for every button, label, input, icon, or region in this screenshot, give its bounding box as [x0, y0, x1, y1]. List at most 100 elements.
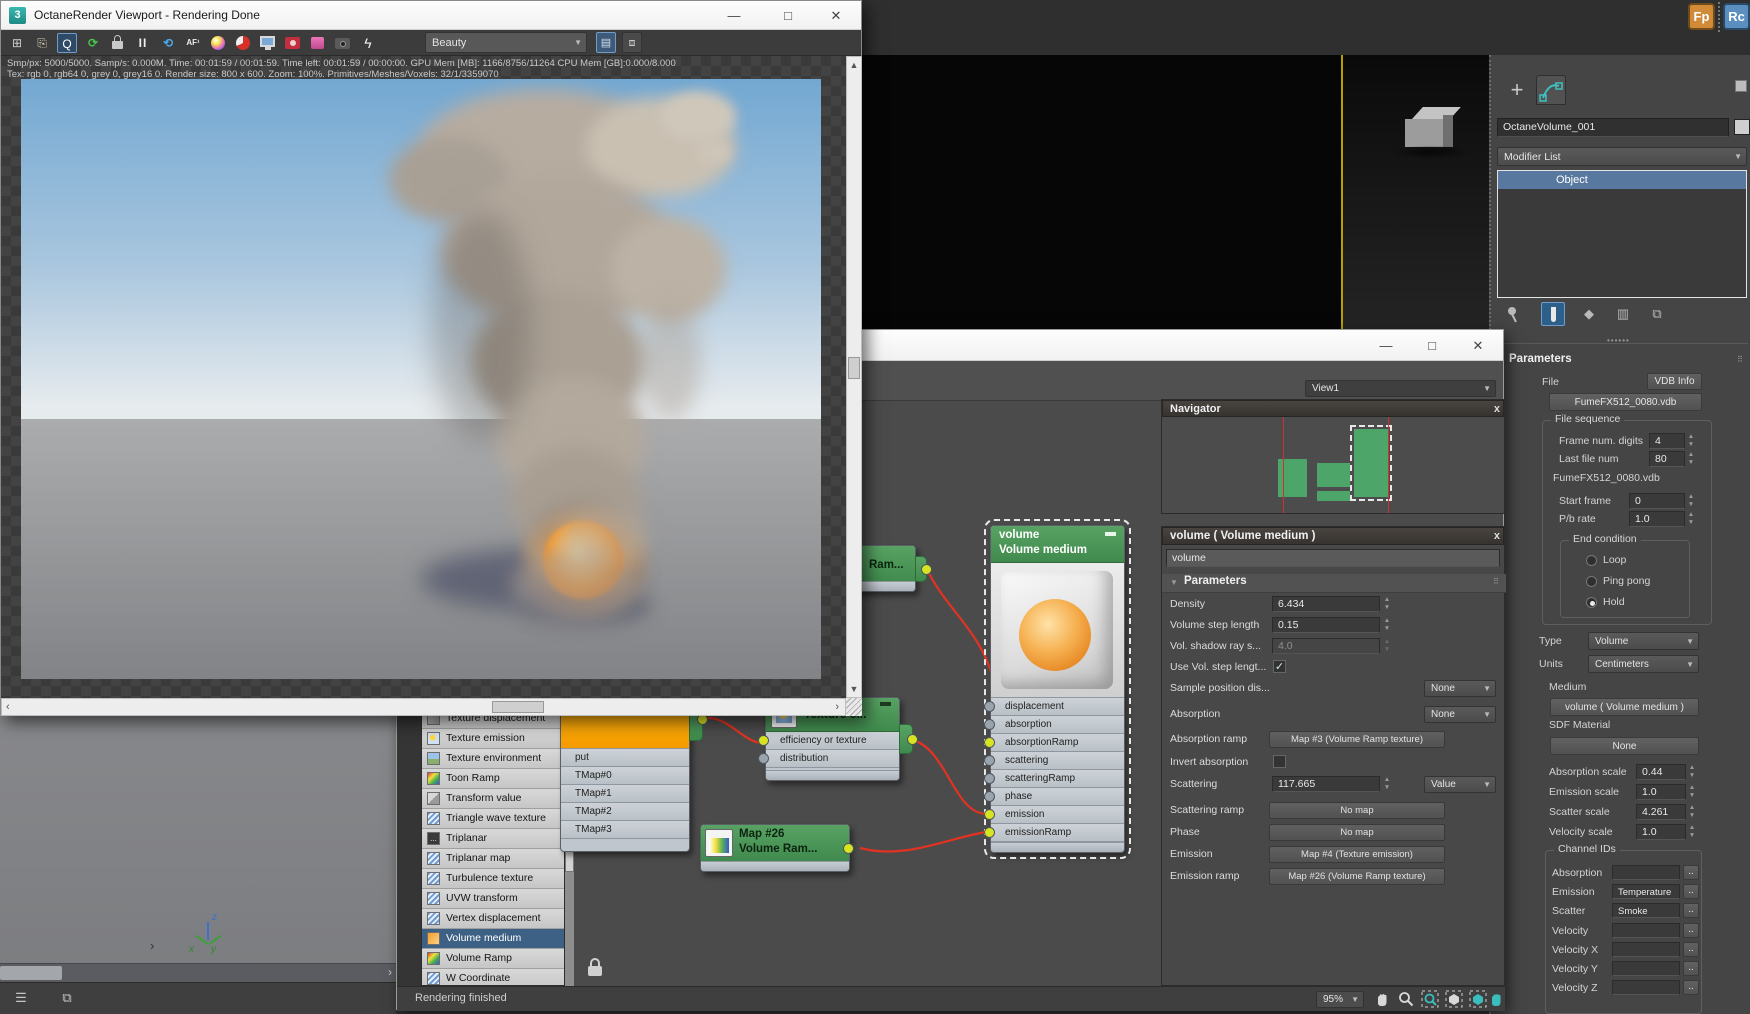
- close-icon[interactable]: x: [1494, 528, 1500, 545]
- frame-digits-spinner[interactable]: ▲ ▼: [1685, 433, 1697, 449]
- channel-velocity-x-field[interactable]: [1612, 942, 1680, 957]
- tmap-row[interactable]: TMap#1: [561, 785, 689, 803]
- volume-pin-row[interactable]: absorptionRamp: [984, 734, 1124, 752]
- radio-ping-pong[interactable]: [1586, 576, 1597, 587]
- zoom-region-icon[interactable]: [1421, 990, 1439, 1008]
- start-frame-field[interactable]: 0: [1629, 493, 1685, 509]
- vstep-spinner[interactable]: ▲ ▼: [1381, 617, 1393, 633]
- velocity-scale-field[interactable]: 1.0: [1636, 824, 1686, 840]
- list-item[interactable]: Triangle wave texture: [422, 809, 564, 829]
- camera-icon[interactable]: [333, 33, 353, 53]
- volume-pin-row[interactable]: phase: [984, 788, 1124, 806]
- pan-icon[interactable]: [1373, 990, 1391, 1008]
- vshadow-field[interactable]: 4.0: [1272, 638, 1380, 654]
- frame-all-icon[interactable]: [1445, 990, 1463, 1008]
- phase-button[interactable]: No map: [1269, 824, 1445, 841]
- properties-titlebar[interactable]: volume ( Volume medium ) x: [1162, 527, 1504, 545]
- parameters-rollout-header[interactable]: ▼ Parameters ⠿: [1495, 353, 1748, 371]
- octane-titlebar[interactable]: 3 OctaneRender Viewport - Rendering Done…: [1, 1, 861, 30]
- list-item[interactable]: Texture environment: [422, 749, 564, 769]
- texture-emission-output-pin[interactable]: [907, 734, 918, 745]
- object-name-field[interactable]: OctaneVolume_001: [1497, 118, 1729, 137]
- display-icon[interactable]: [258, 33, 278, 53]
- units-dropdown[interactable]: Centimeters ▼: [1588, 655, 1699, 673]
- emission-scale-spinner[interactable]: ▲ ▼: [1686, 784, 1698, 800]
- refresh-icon[interactable]: ⟲: [158, 33, 178, 53]
- last-file-field[interactable]: 80: [1649, 451, 1685, 467]
- render-mode-dropdown[interactable]: Beauty ▼: [425, 32, 587, 53]
- channel-velocity-z-browse[interactable]: ..: [1683, 980, 1699, 995]
- view-selector-dropdown[interactable]: View1 ▼: [1305, 380, 1496, 397]
- channel-velocity-browse[interactable]: ..: [1683, 923, 1699, 938]
- menu-icon[interactable]: ☰: [10, 989, 32, 1007]
- samplepos-dropdown[interactable]: None ▼: [1424, 680, 1496, 697]
- scroll-down-icon[interactable]: ▼: [847, 684, 861, 694]
- minimize-icon[interactable]: —: [721, 7, 747, 25]
- restart-render-icon[interactable]: ⟳: [83, 33, 103, 53]
- volume-pin-row[interactable]: scattering: [984, 752, 1124, 770]
- scattering-spinner[interactable]: ▲ ▼: [1381, 776, 1393, 792]
- pan-selected-icon[interactable]: [1487, 990, 1505, 1008]
- list-item[interactable]: Turbulence texture: [422, 869, 564, 889]
- film-box-icon[interactable]: [308, 33, 328, 53]
- velocity-scale-spinner[interactable]: ▲ ▼: [1686, 824, 1698, 840]
- tab-modify[interactable]: [1536, 75, 1566, 105]
- texture-emission-input-row[interactable]: efficiency or texture: [758, 732, 899, 750]
- tmap-row[interactable]: TMap#3: [561, 821, 689, 839]
- list-item[interactable]: W Coordinate: [422, 969, 564, 985]
- remove-modifier-icon[interactable]: ▥: [1613, 304, 1633, 324]
- configure-sets-icon[interactable]: ⧉: [1647, 304, 1667, 324]
- emission-pin[interactable]: [984, 809, 995, 820]
- frame-digits-field[interactable]: 4: [1649, 433, 1685, 449]
- channel-velocity-x-browse[interactable]: ..: [1683, 942, 1699, 957]
- list-item[interactable]: Texture emission: [422, 729, 564, 749]
- list-item[interactable]: Vertex displacement: [422, 909, 564, 929]
- navigator-minimap[interactable]: [1162, 417, 1504, 513]
- panel-separator[interactable]: ••••••: [1495, 336, 1748, 348]
- render-window-button[interactable]: ⧈: [622, 32, 642, 53]
- channel-velocity-z-field[interactable]: [1612, 980, 1680, 995]
- medium-button[interactable]: volume ( Volume medium ): [1550, 698, 1699, 716]
- navigator-titlebar[interactable]: Navigator x: [1162, 400, 1504, 417]
- channel-absorption-field[interactable]: [1612, 865, 1680, 880]
- displacement-pin[interactable]: [984, 701, 995, 712]
- hscroll-thumb[interactable]: [492, 701, 544, 713]
- emission-button[interactable]: Map #4 (Texture emission): [1269, 846, 1445, 863]
- list-item[interactable]: Toon Ramp: [422, 769, 564, 789]
- autofocus-icon[interactable]: AF¹: [183, 33, 203, 53]
- absorption-scale-spinner[interactable]: ▲ ▼: [1686, 764, 1698, 780]
- resize-grip[interactable]: [846, 698, 862, 716]
- scroll-left-icon[interactable]: ‹: [6, 701, 10, 713]
- absramp-button[interactable]: Map #3 (Volume Ramp texture): [1269, 731, 1445, 748]
- make-unique-icon[interactable]: ◆: [1579, 304, 1599, 324]
- perspective-viewport[interactable]: › z x y › ☰ ⧉: [0, 716, 396, 1014]
- channel-emission-browse[interactable]: ..: [1683, 884, 1699, 899]
- pin-stack-icon[interactable]: [1503, 304, 1523, 324]
- close-icon[interactable]: ✕: [1467, 337, 1489, 354]
- volume-node[interactable]: volume Volume medium displacement absorp…: [984, 519, 1131, 859]
- tmap-node[interactable]: put TMap#0 TMap#1 TMap#2 TMap#3: [560, 700, 708, 852]
- texture-emission-input-row[interactable]: distribution: [758, 750, 899, 768]
- absorption-ramp-pin[interactable]: [984, 737, 995, 748]
- maximize-icon[interactable]: □: [775, 7, 801, 25]
- frame-selected-icon[interactable]: [1469, 990, 1487, 1008]
- scattering-field[interactable]: 117.665: [1272, 776, 1380, 792]
- render-hscrollbar[interactable]: ‹ ›: [1, 698, 846, 716]
- emission-ramp-pin[interactable]: [984, 827, 995, 838]
- scattering-mode-dropdown[interactable]: Value ▼: [1424, 776, 1496, 793]
- vdb-info-button[interactable]: VDB Info: [1647, 373, 1702, 390]
- channel-emission-field[interactable]: Temperature: [1612, 884, 1680, 899]
- volume-pin-row[interactable]: scatteringRamp: [984, 770, 1124, 788]
- usevol-checkbox[interactable]: ✓: [1273, 660, 1286, 673]
- absorption-pin[interactable]: [984, 719, 995, 730]
- vdb-file-button[interactable]: FumeFX512_0080.vdb: [1549, 393, 1702, 411]
- kernel-bolt-icon[interactable]: ϟ: [358, 33, 378, 53]
- scattering-pin[interactable]: [984, 755, 995, 766]
- density-field[interactable]: 6.434: [1272, 596, 1380, 612]
- channel-scatter-browse[interactable]: ..: [1683, 903, 1699, 918]
- render-camera-icon[interactable]: [283, 33, 303, 53]
- map26-output-pin[interactable]: [843, 843, 854, 854]
- tmap-row[interactable]: TMap#0: [561, 767, 689, 785]
- list-item[interactable]: Volume Ramp: [422, 949, 564, 969]
- secondary-viewport[interactable]: [1343, 55, 1489, 329]
